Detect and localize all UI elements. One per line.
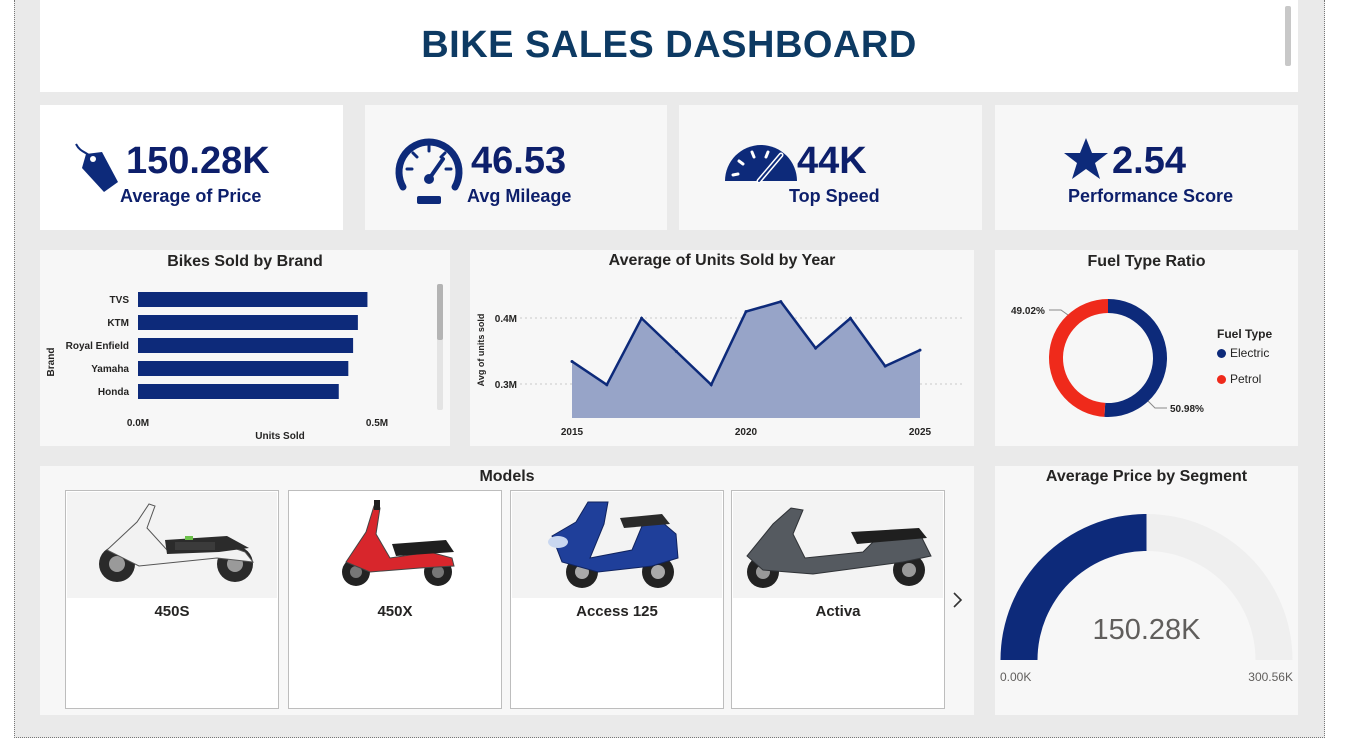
- kpi-price-value: 150.28K: [126, 140, 270, 182]
- segment-gauge-max: 300.56K: [1248, 670, 1293, 684]
- legend-label-electric: Electric: [1230, 346, 1270, 360]
- brand-chart-card[interactable]: Bikes Sold by Brand Brand Units Sold 0.0…: [40, 250, 450, 446]
- kpi-speed-value: 44K: [797, 140, 867, 182]
- year-point-2021[interactable]: [779, 300, 783, 304]
- brand-axis-xlabel: Units Sold: [255, 431, 304, 442]
- fuel-legend-title: Fuel Type: [1217, 327, 1273, 341]
- brand-tick-0: 0.0M: [127, 418, 149, 429]
- title-scrollbar[interactable]: [1285, 6, 1291, 66]
- model-image-access-125: [512, 492, 722, 598]
- brand-bar-tvs[interactable]: [138, 292, 368, 307]
- model-image-450s: [67, 492, 277, 598]
- year-ytick-0: 0.4M: [495, 314, 517, 325]
- year-point-2018[interactable]: [674, 350, 678, 353]
- year-xtick-0: 2015: [561, 427, 584, 438]
- kpi-mileage-label: Avg Mileage: [467, 186, 572, 206]
- brand-bar-chart: Brand Units Sold 0.0M 0.5M TVS KTM Royal E…: [46, 284, 443, 442]
- kpi-card-mileage[interactable]: 46.53 Avg Mileage: [365, 105, 667, 230]
- model-image-450x: [290, 492, 500, 598]
- kpi-performance-value: 2.54: [1112, 140, 1186, 182]
- models-title: Models: [479, 468, 535, 485]
- model-card-access-125[interactable]: Access 125: [510, 490, 724, 709]
- kpi-card-speed[interactable]: 44K Top Speed: [679, 105, 982, 230]
- brand-category-label: Royal Enfield: [66, 341, 129, 352]
- brand-category-label: Yamaha: [91, 364, 129, 375]
- kpi-card-price[interactable]: 150.28K Average of Price: [40, 105, 343, 230]
- page-margin: [1340, 0, 1359, 743]
- model-image-activa: [733, 492, 943, 598]
- model-name-450s: 450S: [154, 603, 190, 620]
- year-point-2017[interactable]: [640, 316, 644, 320]
- kpi-mileage-value: 46.53: [471, 140, 567, 182]
- chevron-right-icon[interactable]: [950, 590, 964, 615]
- year-point-2023[interactable]: [848, 316, 852, 320]
- year-area-fill: [572, 301, 920, 418]
- model-card-450s[interactable]: 450S: [65, 490, 279, 709]
- segment-gauge-min: 0.00K: [1000, 670, 1032, 684]
- star-icon: [1063, 137, 1109, 186]
- kpi-performance-label: Performance Score: [1068, 186, 1234, 206]
- kpi-price-label: Average of Price: [120, 186, 262, 206]
- model-name-activa: Activa: [815, 603, 861, 620]
- fuel-slice-petrol[interactable]: [1049, 299, 1108, 417]
- kpi-speed-label: Top Speed: [789, 186, 880, 206]
- price-tag-icon: [72, 142, 122, 201]
- fuel-slice-electric[interactable]: [1104, 299, 1167, 417]
- fuel-chart-card[interactable]: Fuel Type Ratio 49.02% 50.98% Fuel Type …: [995, 250, 1298, 446]
- year-point-2020[interactable]: [744, 310, 748, 314]
- legend-marker-electric: [1217, 349, 1226, 359]
- brand-bar-ktm[interactable]: [138, 315, 358, 330]
- brand-bar-honda[interactable]: [138, 384, 339, 399]
- brand-category-label: TVS: [110, 295, 130, 306]
- year-point-2015[interactable]: [570, 359, 574, 363]
- brand-bar-yamaha[interactable]: [138, 361, 349, 376]
- legend-label-petrol: Petrol: [1230, 372, 1262, 386]
- title-card: BIKE SALES DASHBOARD: [40, 0, 1298, 92]
- brand-category-label: KTM: [107, 318, 129, 329]
- year-area-chart: Avg of units sold 0.4M 0.3M 2015 2020 20…: [476, 300, 962, 438]
- brand-tick-1: 0.5M: [366, 418, 388, 429]
- gauge-icon: [723, 141, 799, 188]
- year-xtick-1: 2020: [735, 427, 758, 438]
- fuel-label-petrol: 49.02%: [1011, 306, 1045, 317]
- model-card-450x[interactable]: 450X: [288, 490, 502, 709]
- year-axis-ylabel: Avg of units sold: [476, 314, 486, 387]
- year-point-2019[interactable]: [709, 383, 713, 387]
- speedometer-icon: [393, 135, 465, 210]
- fuel-legend-petrol[interactable]: Petrol: [1217, 372, 1261, 386]
- legend-marker-petrol: [1217, 375, 1226, 385]
- model-name-450x: 450X: [377, 603, 413, 620]
- brand-axis-ylabel: Brand: [46, 348, 57, 377]
- year-xtick-2: 2025: [909, 427, 932, 438]
- year-point-2025[interactable]: [918, 348, 922, 352]
- fuel-label-electric: 50.98%: [1170, 404, 1204, 415]
- year-point-2022[interactable]: [814, 346, 818, 350]
- brand-scrollbar-thumb[interactable]: [437, 284, 443, 340]
- page-title: BIKE SALES DASHBOARD: [421, 24, 917, 66]
- year-point-2024[interactable]: [883, 364, 887, 368]
- year-point-2016[interactable]: [605, 383, 609, 387]
- year-ytick-1: 0.3M: [495, 380, 517, 391]
- model-name-access-125: Access 125: [576, 603, 658, 620]
- segment-gauge-value: 150.28K: [1092, 614, 1201, 646]
- brand-bar-royal-enfield[interactable]: [138, 338, 354, 353]
- fuel-legend-electric[interactable]: Electric: [1217, 346, 1269, 360]
- year-chart-card[interactable]: Average of Units Sold by Year Avg of uni…: [470, 250, 974, 446]
- brand-category-label: Honda: [98, 387, 130, 398]
- model-card-activa[interactable]: Activa: [731, 490, 945, 709]
- kpi-card-performance[interactable]: 2.54 Performance Score: [995, 105, 1298, 230]
- segment-gauge-card[interactable]: Average Price by Segment 150.28K 0.00K 3…: [995, 466, 1298, 715]
